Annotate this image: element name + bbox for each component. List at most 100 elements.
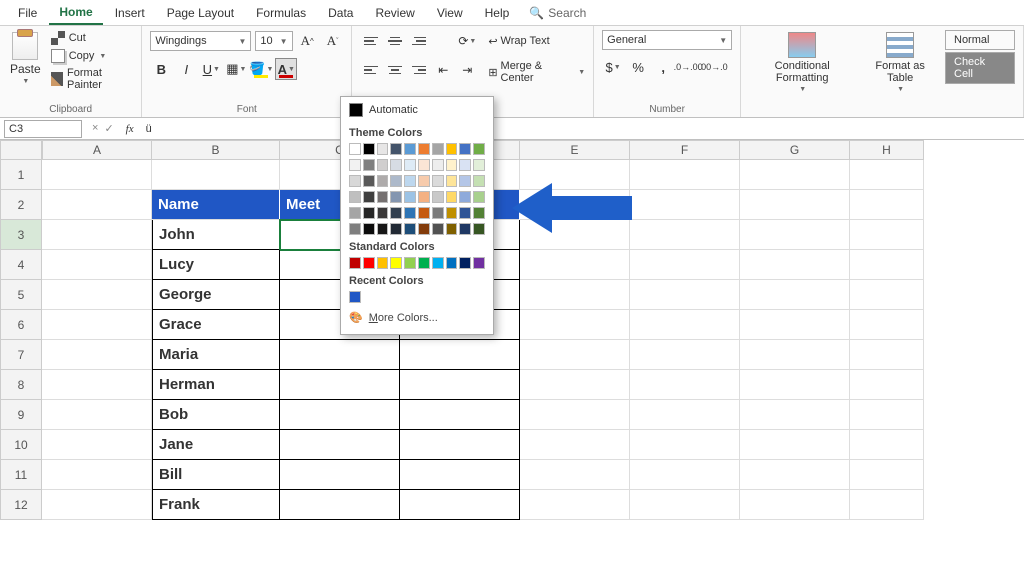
color-swatch[interactable]: [349, 175, 361, 187]
cell[interactable]: [740, 370, 850, 400]
cell[interactable]: [400, 460, 520, 490]
cell[interactable]: John: [152, 220, 280, 250]
color-swatch[interactable]: [349, 143, 361, 155]
cell[interactable]: [520, 430, 630, 460]
color-swatch[interactable]: [459, 159, 471, 171]
color-swatch[interactable]: [459, 223, 471, 235]
cell[interactable]: [42, 250, 152, 280]
cell[interactable]: [520, 490, 630, 520]
color-swatch[interactable]: [432, 257, 444, 269]
increase-decimal-button[interactable]: .0→.00: [677, 56, 699, 78]
color-swatch[interactable]: [377, 175, 389, 187]
color-swatch[interactable]: [363, 175, 375, 187]
cell[interactable]: [520, 280, 630, 310]
color-swatch[interactable]: [390, 207, 402, 219]
increase-font-button[interactable]: A^: [297, 30, 318, 52]
color-swatch[interactable]: [446, 257, 458, 269]
cell[interactable]: [740, 190, 850, 220]
cell[interactable]: [152, 160, 280, 190]
row-header[interactable]: 1: [0, 160, 42, 190]
row-header[interactable]: 3: [0, 220, 42, 250]
tab-home[interactable]: Home: [49, 1, 102, 25]
cell[interactable]: [740, 280, 850, 310]
color-swatch[interactable]: [459, 175, 471, 187]
color-swatch[interactable]: [473, 207, 485, 219]
tab-file[interactable]: File: [8, 2, 47, 24]
cell[interactable]: Lucy: [152, 250, 280, 280]
cell[interactable]: [630, 490, 740, 520]
cell[interactable]: Herman: [152, 370, 280, 400]
more-colors[interactable]: 🎨More Colors...: [341, 305, 493, 330]
color-automatic[interactable]: Automatic: [341, 97, 493, 123]
row-header[interactable]: 6: [0, 310, 42, 340]
comma-button[interactable]: ,: [652, 56, 674, 78]
decrease-decimal-button[interactable]: .00→.0: [702, 56, 724, 78]
color-swatch[interactable]: [390, 159, 402, 171]
color-swatch[interactable]: [390, 143, 402, 155]
color-swatch[interactable]: [446, 159, 458, 171]
row-header[interactable]: 12: [0, 490, 42, 520]
cell[interactable]: [630, 280, 740, 310]
color-swatch[interactable]: [377, 257, 389, 269]
cell[interactable]: [740, 160, 850, 190]
cell[interactable]: [740, 340, 850, 370]
cell[interactable]: [850, 220, 924, 250]
cell[interactable]: [630, 430, 740, 460]
cell[interactable]: [42, 400, 152, 430]
cell[interactable]: Bob: [152, 400, 280, 430]
cell[interactable]: [520, 370, 630, 400]
cell[interactable]: [740, 460, 850, 490]
format-as-table-button[interactable]: Format as Table▼: [861, 30, 939, 95]
color-swatch[interactable]: [363, 143, 375, 155]
color-swatch[interactable]: [432, 223, 444, 235]
color-swatch[interactable]: [363, 223, 375, 235]
row-header[interactable]: 9: [0, 400, 42, 430]
color-swatch[interactable]: [363, 207, 375, 219]
tab-data[interactable]: Data: [318, 2, 363, 24]
color-swatch[interactable]: [446, 223, 458, 235]
cell[interactable]: [850, 400, 924, 430]
cell[interactable]: [42, 220, 152, 250]
color-swatch[interactable]: [446, 175, 458, 187]
align-bottom-button[interactable]: [408, 30, 430, 52]
conditional-formatting-button[interactable]: Conditional Formatting▼: [749, 30, 855, 95]
color-swatch[interactable]: [377, 223, 389, 235]
cell[interactable]: [630, 160, 740, 190]
color-swatch[interactable]: [363, 191, 375, 203]
underline-button[interactable]: U▼: [200, 58, 222, 80]
cell[interactable]: [400, 340, 520, 370]
color-swatch[interactable]: [377, 191, 389, 203]
cell[interactable]: [280, 400, 400, 430]
format-painter-button[interactable]: Format Painter: [49, 66, 134, 92]
increase-indent-button[interactable]: ⇥: [456, 59, 478, 81]
color-swatch[interactable]: [377, 159, 389, 171]
cell[interactable]: Jane: [152, 430, 280, 460]
formula-input[interactable]: ü: [140, 121, 1024, 137]
color-swatch[interactable]: [349, 191, 361, 203]
color-swatch[interactable]: [390, 223, 402, 235]
cell[interactable]: [630, 340, 740, 370]
column-header-f[interactable]: F: [630, 140, 740, 160]
color-swatch[interactable]: [404, 143, 416, 155]
color-swatch[interactable]: [459, 191, 471, 203]
color-swatch[interactable]: [404, 223, 416, 235]
color-swatch[interactable]: [404, 257, 416, 269]
cell[interactable]: [280, 430, 400, 460]
cancel-formula-icon[interactable]: ×: [92, 122, 98, 135]
color-swatch[interactable]: [459, 207, 471, 219]
cell[interactable]: [850, 370, 924, 400]
search-box[interactable]: 🔍Search: [529, 6, 586, 20]
cell[interactable]: [280, 370, 400, 400]
cell[interactable]: [740, 400, 850, 430]
cell[interactable]: [42, 490, 152, 520]
name-box[interactable]: C3: [4, 120, 82, 138]
cell[interactable]: [630, 460, 740, 490]
color-swatch[interactable]: [446, 143, 458, 155]
select-all-corner[interactable]: [0, 140, 42, 160]
cell[interactable]: [520, 460, 630, 490]
color-swatch[interactable]: [432, 191, 444, 203]
cell[interactable]: [740, 430, 850, 460]
color-swatch[interactable]: [473, 191, 485, 203]
row-header[interactable]: 4: [0, 250, 42, 280]
row-header[interactable]: 2: [0, 190, 42, 220]
